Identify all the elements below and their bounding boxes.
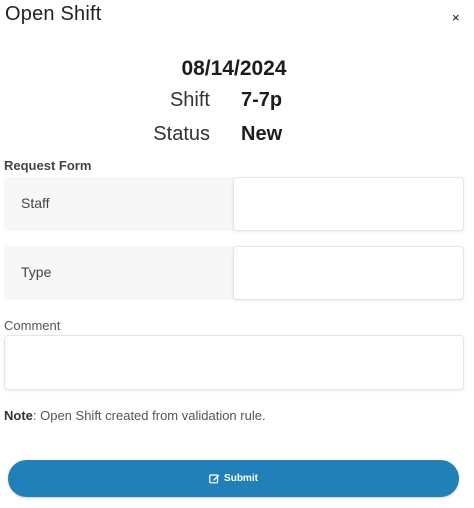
comment-field[interactable] bbox=[4, 335, 464, 390]
dialog-title: Open Shift bbox=[5, 3, 102, 25]
type-field[interactable] bbox=[233, 246, 464, 300]
shift-label: Shift bbox=[169, 89, 210, 111]
status-row: Status New bbox=[0, 123, 474, 149]
staff-row: Staff bbox=[4, 177, 464, 231]
close-button[interactable]: × bbox=[452, 10, 460, 26]
staff-field[interactable] bbox=[233, 177, 464, 231]
request-form-title: Request Form bbox=[4, 158, 92, 173]
type-label: Type bbox=[21, 264, 52, 280]
close-icon[interactable]: × bbox=[452, 10, 460, 25]
comment-label: Comment bbox=[4, 318, 61, 333]
edit-icon bbox=[209, 474, 220, 484]
shift-value: 7-7p bbox=[241, 89, 283, 111]
status-label: Status bbox=[153, 123, 210, 145]
type-row: Type bbox=[4, 246, 464, 300]
note: Note: Open Shift created from validation… bbox=[4, 408, 266, 423]
shift-date: 08/14/2024 bbox=[0, 57, 474, 81]
submit-label: Submit bbox=[224, 473, 258, 484]
status-value: New bbox=[241, 123, 283, 145]
staff-label: Staff bbox=[21, 195, 50, 211]
submit-button[interactable]: Submit bbox=[8, 460, 459, 497]
note-prefix: Note bbox=[4, 408, 33, 423]
shift-row: Shift 7-7p bbox=[0, 89, 474, 115]
note-text: : Open Shift created from validation rul… bbox=[32, 408, 266, 423]
shift-date-text: 08/14/2024 bbox=[181, 57, 287, 80]
